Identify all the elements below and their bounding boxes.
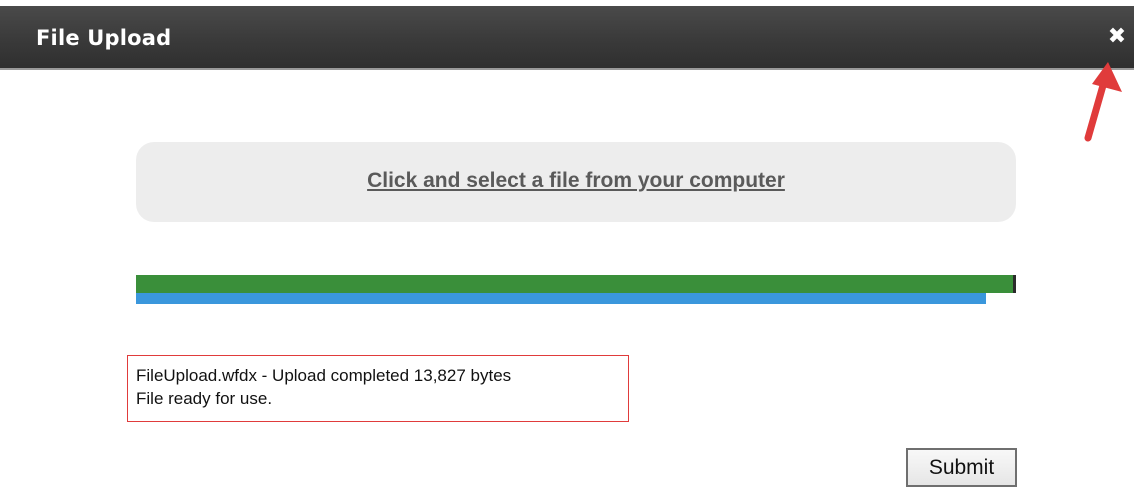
upload-status-box: FileUpload.wfdx - Upload completed 13,82…: [127, 355, 629, 422]
dialog-title: File Upload: [36, 26, 172, 50]
secondary-progress-bar: [136, 293, 986, 304]
upload-progress: [136, 275, 1017, 305]
upload-status-line: FileUpload.wfdx - Upload completed 13,82…: [136, 366, 512, 385]
submit-button[interactable]: Submit: [906, 448, 1017, 487]
close-icon[interactable]: ✖: [1106, 25, 1128, 49]
dialog-titlebar: File Upload ✖: [0, 6, 1134, 70]
select-file-link[interactable]: Click and select a file from your comput…: [367, 169, 785, 193]
file-upload-dialog: File Upload ✖ Click and select a file fr…: [0, 0, 1134, 492]
upload-progress-track: [136, 275, 1014, 293]
file-select-dropzone[interactable]: Click and select a file from your comput…: [136, 142, 1016, 222]
upload-progress-bar: [136, 275, 1014, 293]
file-ready-line: File ready for use.: [136, 389, 273, 408]
upload-progress-end-marker: [1013, 275, 1016, 293]
red-arrow-icon: [1084, 62, 1122, 142]
secondary-progress-track: [136, 293, 1014, 304]
